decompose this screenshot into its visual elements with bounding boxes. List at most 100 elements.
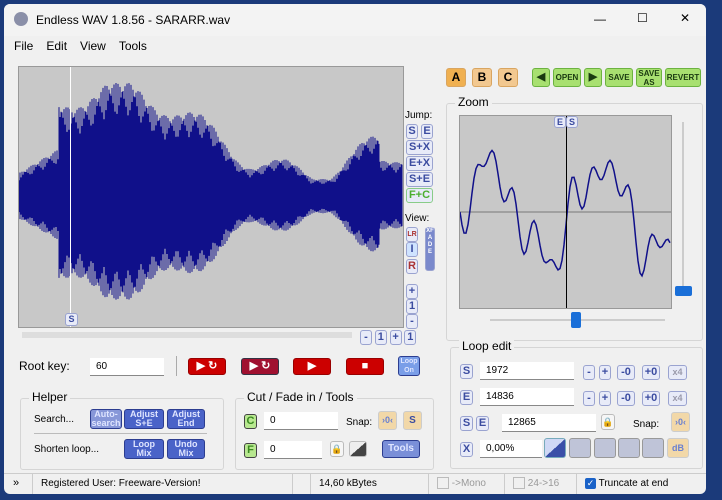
expand-icon[interactable]: »	[13, 477, 19, 489]
lock-icon[interactable]: 🔒	[330, 441, 344, 457]
end-x4-button[interactable]: x4	[668, 391, 687, 406]
root-key-input[interactable]: 60	[90, 358, 164, 376]
end-plus-zero-button[interactable]: +0	[642, 391, 660, 406]
xfade-linear-button[interactable]	[544, 438, 566, 458]
jump-fc-button[interactable]: F+C	[406, 188, 433, 203]
view-i-button[interactable]: I	[406, 242, 418, 257]
xfade-convex-button[interactable]	[594, 438, 616, 458]
start-plus-button[interactable]: +	[599, 365, 611, 380]
waveform	[18, 83, 403, 300]
window-title: Endless WAV 1.8.56 - SARARR.wav	[36, 13, 231, 27]
play-loop-button[interactable]: ▶ ↻	[188, 358, 226, 375]
adjust-se-button[interactable]: Adjust S+E	[124, 409, 164, 429]
start-minus-zero-button[interactable]: -0	[617, 365, 635, 380]
end-minus-button[interactable]: -	[583, 391, 595, 406]
loop-mix-button[interactable]: Loop Mix	[124, 439, 164, 459]
loop-end-input[interactable]: 14836	[480, 388, 574, 406]
zoom-plus-button[interactable]: +	[406, 284, 418, 299]
mono-option[interactable]: ->Mono	[428, 474, 507, 494]
jump-e-button[interactable]: E	[421, 124, 433, 139]
db-button[interactable]: dB	[667, 438, 689, 458]
cut-input[interactable]: 0	[264, 412, 338, 430]
loop-start-icon: S	[460, 364, 473, 379]
vertical-slider-thumb[interactable]	[675, 286, 692, 296]
bits-option[interactable]: 24->16	[504, 474, 578, 494]
truncate-checkbox[interactable]: ✓	[585, 477, 596, 489]
minimize-button[interactable]: —	[594, 12, 606, 26]
view-lr-button[interactable]: LR	[406, 227, 418, 242]
truncate-option[interactable]: ✓ Truncate at end	[576, 474, 706, 494]
file-size-status: 14,60 kBytes	[310, 474, 429, 494]
menu-tools[interactable]: Tools	[119, 39, 147, 53]
loop-end-icon: E	[460, 390, 473, 405]
menu-view[interactable]: View	[80, 39, 106, 53]
mono-checkbox[interactable]	[437, 477, 449, 490]
jump-label: Jump:	[405, 110, 433, 121]
end-minus-zero-button[interactable]: -0	[617, 391, 635, 406]
tools-button[interactable]: Tools	[382, 440, 420, 458]
zoom-view[interactable]: E S	[459, 115, 672, 309]
menu-edit[interactable]: Edit	[46, 39, 67, 53]
wave-zoom-one-b[interactable]: 1	[404, 330, 417, 345]
snap-zero-button[interactable]: ›0‹	[378, 411, 397, 430]
jump-sx-button[interactable]: S+X	[406, 140, 433, 155]
xfade-scurve-button[interactable]	[569, 438, 591, 458]
save-button[interactable]: SAVE	[605, 68, 633, 87]
wave-zoom-minus[interactable]: -	[360, 330, 372, 345]
play-button[interactable]: ▶	[293, 358, 331, 375]
fade-input[interactable]: 0	[264, 441, 322, 459]
zoom-title: Zoom	[455, 95, 492, 109]
zoom-one-button[interactable]: 1	[406, 299, 418, 314]
next-file-button[interactable]: ▶	[584, 68, 602, 87]
cut-c-icon: C	[244, 414, 257, 429]
maximize-button[interactable]: ☐	[637, 11, 648, 25]
root-key-label: Root key:	[19, 359, 70, 373]
xfade-sine-button[interactable]	[618, 438, 640, 458]
start-plus-zero-button[interactable]: +0	[642, 365, 660, 380]
wave-zoom-controls: - 1 + 1	[360, 330, 417, 345]
wave-zoom-plus[interactable]: +	[389, 330, 402, 345]
open-button[interactable]: OPEN	[553, 68, 581, 87]
start-marker[interactable]: S	[65, 313, 78, 326]
start-minus-button[interactable]: -	[583, 365, 595, 380]
waveform-view[interactable]: S	[18, 66, 404, 328]
jump-s-button[interactable]: S	[406, 124, 418, 139]
crossfade-input[interactable]: 0,00%	[480, 440, 542, 458]
start-x4-button[interactable]: x4	[668, 365, 687, 380]
bits-checkbox[interactable]	[513, 477, 525, 490]
view-r-button[interactable]: R	[406, 259, 418, 274]
loop-edit-title: Loop edit	[459, 339, 515, 353]
jump-se-button[interactable]: S+E	[406, 172, 433, 187]
horizontal-slider-thumb[interactable]	[571, 312, 581, 328]
slot-c-button[interactable]: C	[498, 68, 518, 87]
stop-button[interactable]: ■	[346, 358, 384, 375]
slot-a-button[interactable]: A	[446, 68, 466, 87]
zoom-minus-button[interactable]: -	[406, 314, 418, 329]
xfade-concave-button[interactable]	[642, 438, 664, 458]
auto-search-button[interactable]: Auto-search	[90, 409, 122, 429]
loop-snap-zero-button[interactable]: ›0‹	[671, 412, 690, 432]
menu-file[interactable]: File	[14, 39, 33, 53]
fade-shape-button[interactable]	[349, 441, 367, 457]
close-button[interactable]: ✕	[680, 11, 690, 25]
xfade-button[interactable]: XFADE	[425, 227, 435, 271]
menu-bar: File Edit View Tools	[14, 39, 160, 53]
zoom-start-marker: S	[566, 116, 578, 128]
revert-button[interactable]: REVERT	[665, 68, 701, 87]
prev-file-button[interactable]: ◀	[532, 68, 550, 87]
waveform-scrollbar[interactable]	[22, 332, 352, 338]
loop-start-input[interactable]: 1972	[480, 362, 574, 380]
loop-on-button[interactable]: Loop On	[398, 356, 420, 376]
snap-s-button[interactable]: S	[403, 411, 422, 430]
jump-ex-button[interactable]: E+X	[406, 156, 433, 171]
adjust-end-button[interactable]: Adjust End	[167, 409, 205, 429]
end-plus-button[interactable]: +	[599, 391, 611, 406]
loop-length-input[interactable]: 12865	[502, 414, 596, 432]
length-lock-icon[interactable]: 🔒	[601, 414, 615, 430]
undo-mix-button[interactable]: Undo Mix	[167, 439, 205, 459]
slot-b-button[interactable]: B	[472, 68, 492, 87]
save-as-button[interactable]: SAVE AS	[636, 68, 662, 87]
play-loop-region-button[interactable]: ▶ ↻	[241, 358, 279, 375]
wave-zoom-one[interactable]: 1	[374, 330, 387, 345]
vertical-zoom-slider[interactable]	[682, 122, 684, 292]
